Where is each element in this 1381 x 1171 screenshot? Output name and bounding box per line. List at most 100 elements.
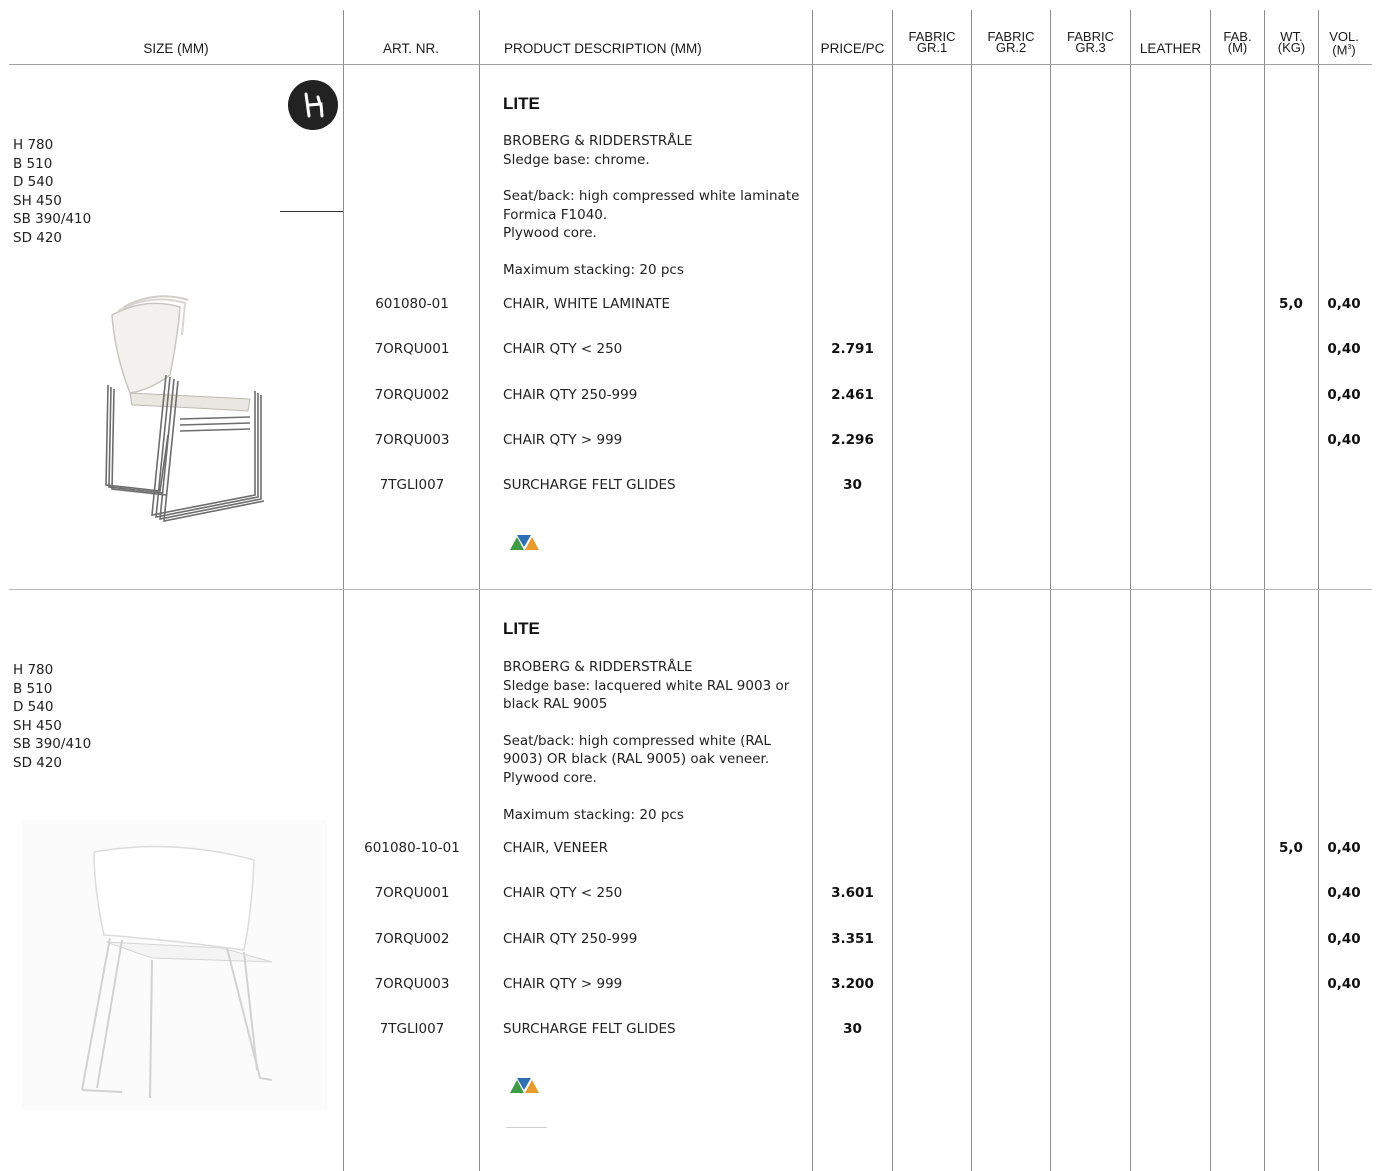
size-line: D 540	[13, 174, 54, 191]
size-line: SH 450	[13, 717, 62, 734]
row-description: CHAIR QTY > 999	[503, 976, 623, 992]
volume: 0,40	[1327, 885, 1361, 901]
volume: 0,40	[1327, 296, 1361, 312]
column-divider	[343, 10, 344, 1171]
price: 3.601	[831, 885, 874, 901]
art-nr: 7ORQU003	[374, 432, 450, 448]
row-description: SURCHARGE FELT GLIDES	[503, 1021, 676, 1037]
size-line: B 510	[13, 680, 53, 697]
volume: 0,40	[1327, 387, 1361, 403]
weight: 5,0	[1279, 296, 1303, 312]
volume: 0,40	[1327, 931, 1361, 947]
art-nr: 7ORQU003	[374, 976, 450, 992]
size-line: SD 420	[13, 229, 63, 246]
price: 3.200	[831, 976, 874, 992]
art-nr: 7ORQU001	[374, 885, 450, 901]
stacking-text: Maximum stacking: 20 pcs	[503, 806, 684, 823]
size-line: SD 420	[13, 754, 63, 771]
art-nr: 7ORQU002	[374, 387, 450, 403]
column-divider	[1264, 10, 1265, 1171]
size-line: H 780	[13, 662, 54, 678]
header-fabric-2: FABRIC GR.2	[972, 30, 1050, 55]
row-description: CHAIR QTY < 250	[503, 341, 623, 357]
divider-short	[280, 211, 343, 212]
triangle-logo-icon	[510, 533, 540, 555]
seat-text: Seat/back: high compressed white laminat…	[503, 188, 800, 223]
header-vol-line2: (M3)	[1332, 42, 1356, 58]
header-fab: FAB. (M)	[1211, 30, 1264, 55]
size-line: SB 390/410	[13, 211, 92, 228]
header-price: PRICE/PC	[820, 41, 885, 56]
price: 2.791	[831, 341, 874, 357]
price: 30	[843, 477, 862, 493]
column-divider	[971, 10, 972, 1171]
chair-symbol-icon	[288, 80, 338, 130]
header-description: PRODUCT DESCRIPTION (MM)	[504, 41, 702, 56]
header-fabric-3-line2: GR.3	[1075, 40, 1106, 55]
price: 30	[843, 1021, 862, 1037]
designer: BROBERG & RIDDERSTRÅLE	[503, 659, 693, 675]
volume: 0,40	[1327, 840, 1361, 856]
core-text: Plywood core.	[503, 225, 597, 242]
header-wt-line2: (KG)	[1277, 40, 1306, 55]
art-nr: 7ORQU002	[374, 931, 450, 947]
row-description: CHAIR, WHITE LAMINATE	[503, 296, 671, 312]
weight: 5,0	[1279, 840, 1303, 856]
row-description: CHAIR QTY > 999	[503, 432, 623, 448]
volume: 0,40	[1327, 976, 1361, 992]
designer: BROBERG & RIDDERSTRÅLE	[503, 133, 693, 149]
column-divider	[1210, 10, 1211, 1171]
row-description: CHAIR QTY 250-999	[503, 931, 638, 947]
stacking-text: Maximum stacking: 20 pcs	[503, 261, 684, 278]
price: 3.351	[831, 931, 874, 947]
column-divider	[1050, 10, 1051, 1171]
size-line: B 510	[13, 155, 53, 172]
art-nr: 7TGLI007	[379, 1021, 445, 1037]
header-art-nr: ART. NR.	[382, 41, 439, 56]
product-1-description: BROBERG & RIDDERSTRÅLE Sledge base: chro…	[503, 132, 808, 280]
size-line: H 780	[13, 137, 54, 153]
art-nr: 7ORQU001	[374, 341, 450, 357]
art-nr: 601080-10-01	[364, 840, 460, 856]
header-wt: WT. (KG)	[1265, 30, 1318, 55]
product-1-title: LITE	[503, 94, 540, 113]
art-nr: 601080-01	[375, 296, 449, 312]
header-leather: LEATHER	[1139, 41, 1202, 56]
product-2-sizes: H 780 B 510 D 540 SH 450 SB 390/410 SD 4…	[13, 661, 91, 773]
header-fabric-2-line2: GR.2	[995, 40, 1027, 55]
header-vol-line1: VOL.	[1329, 29, 1359, 44]
volume: 0,40	[1327, 432, 1361, 448]
price: 2.296	[831, 432, 874, 448]
column-divider	[812, 10, 813, 1171]
art-nr: 7TGLI007	[379, 477, 445, 493]
header-fabric-3: FABRIC GR.3	[1051, 30, 1130, 55]
column-divider	[1318, 10, 1319, 1171]
size-line: SH 450	[13, 192, 62, 209]
header-fab-line2: (M)	[1227, 40, 1248, 55]
column-divider	[479, 10, 480, 1171]
divider-short	[506, 1127, 547, 1128]
column-divider	[1130, 10, 1131, 1171]
core-text: Plywood core.	[503, 769, 597, 786]
price: 2.461	[831, 387, 874, 403]
header-fabric-1: FABRIC GR.1	[893, 30, 971, 55]
seat-text: Seat/back: high compressed white (RAL 90…	[503, 732, 771, 768]
product-1-sizes: H 780 B 510 D 540 SH 450 SB 390/410 SD 4…	[13, 136, 91, 248]
volume: 0,40	[1327, 341, 1361, 357]
size-line: D 540	[13, 699, 54, 716]
row-description: SURCHARGE FELT GLIDES	[503, 477, 676, 493]
white-chair-image	[22, 820, 327, 1110]
column-divider	[892, 10, 893, 1171]
triangle-logo-icon	[510, 1076, 540, 1098]
row-description: CHAIR, VENEER	[503, 840, 609, 856]
size-line: SB 390/410	[13, 736, 92, 753]
header-vol: VOL. (M3)	[1319, 29, 1369, 58]
header-fabric-1-line2: GR.1	[916, 40, 948, 55]
row-description: CHAIR QTY < 250	[503, 885, 623, 901]
row-description: CHAIR QTY 250-999	[503, 387, 638, 403]
product-2-description: BROBERG & RIDDERSTRÅLE Sledge base: lacq…	[503, 658, 808, 824]
base-text: Sledge base: lacquered white RAL 9003 or…	[503, 677, 790, 713]
header-size: SIZE (MM)	[143, 41, 209, 56]
product-2-title: LITE	[503, 619, 540, 638]
section-rule	[9, 589, 1372, 590]
